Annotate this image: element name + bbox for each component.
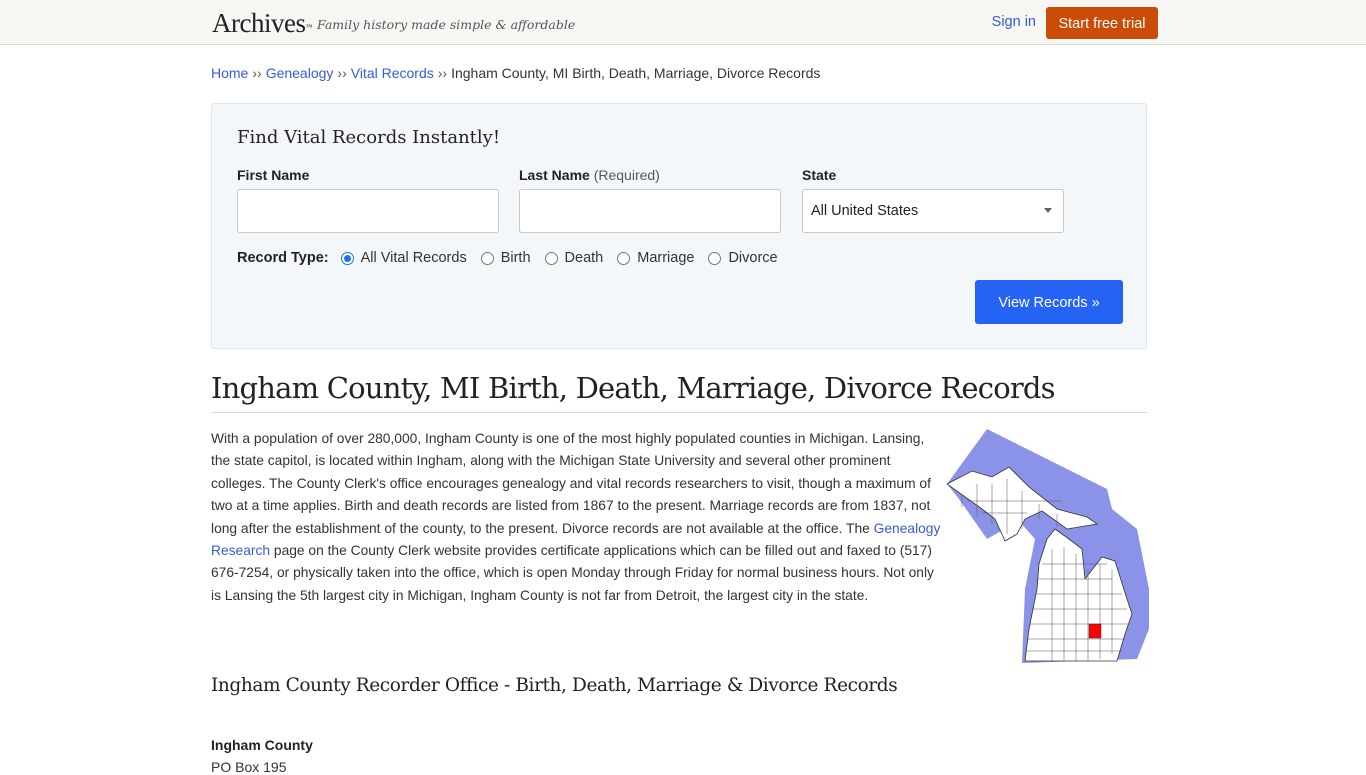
record-type-marriage[interactable]: Marriage: [617, 250, 694, 266]
radio-label: Birth: [500, 250, 531, 266]
michigan-county-map: [947, 429, 1149, 663]
recorder-office-section-title: Ingham County Recorder Office - Birth, D…: [211, 675, 898, 696]
office-address-line: PO Box 195: [211, 759, 287, 775]
county-description: With a population of over 280,000, Ingha…: [211, 428, 947, 607]
chevron-down-icon: [1044, 208, 1052, 213]
record-type-divorce[interactable]: Divorce: [708, 250, 778, 266]
start-free-trial-button[interactable]: Start free trial: [1046, 7, 1158, 39]
state-select[interactable]: All United States: [802, 189, 1064, 233]
radio-button[interactable]: [480, 251, 494, 265]
description-text: With a population of over 280,000, Ingha…: [211, 431, 931, 536]
breadcrumb-genealogy[interactable]: Genealogy: [266, 65, 334, 81]
view-records-button[interactable]: View Records »: [975, 280, 1123, 324]
search-form-title: Find Vital Records Instantly!: [237, 127, 501, 148]
radio-label: All Vital Records: [360, 250, 467, 266]
archives-logo[interactable]: Archives™: [212, 8, 312, 38]
radio-button[interactable]: [544, 251, 558, 265]
page-title: Ingham County, MI Birth, Death, Marriage…: [211, 369, 1147, 413]
trademark-mark: ™: [305, 23, 312, 31]
radio-label: Divorce: [728, 250, 778, 266]
radio-button[interactable]: [708, 251, 722, 265]
breadcrumb: Home ›› Genealogy ›› Vital Records ›› Ingham C…: [211, 65, 820, 81]
first-name-label: First Name: [237, 167, 310, 183]
breadcrumb-separator: ››: [437, 65, 448, 81]
ingham-county-highlight: [1088, 623, 1102, 639]
record-type-death[interactable]: Death: [544, 250, 604, 266]
breadcrumb-separator: ››: [252, 65, 262, 81]
vital-records-search-form: Find Vital Records Instantly! First Name…: [211, 103, 1147, 349]
radio-button[interactable]: [617, 251, 631, 265]
record-type-all[interactable]: All Vital Records: [340, 250, 467, 266]
last-name-label: Last Name (Required): [519, 167, 660, 183]
office-name: Ingham County: [211, 737, 313, 753]
breadcrumb-current: Ingham County, MI Birth, Death, Marriage…: [451, 65, 821, 81]
breadcrumb-separator: ››: [337, 65, 347, 81]
top-navigation-bar: Archives™ Family history made simple & a…: [0, 0, 1366, 45]
logo-text: Archives: [212, 8, 306, 38]
breadcrumb-vital-records[interactable]: Vital Records: [351, 65, 434, 81]
description-text: page on the County Clerk website provide…: [211, 543, 934, 603]
last-name-label-text: Last Name: [519, 167, 590, 183]
state-select-value: All United States: [811, 203, 919, 219]
radio-label: Death: [564, 250, 604, 266]
radio-button-checked[interactable]: [340, 251, 354, 265]
required-hint: (Required): [593, 167, 660, 183]
record-type-label: Record Type:: [237, 250, 329, 266]
tagline: Family history made simple & affordable: [317, 17, 576, 32]
sign-in-link[interactable]: Sign in: [992, 14, 1036, 30]
record-type-group: Record Type: All Vital Records Birth Dea…: [237, 250, 792, 266]
last-name-input[interactable]: [519, 189, 781, 233]
state-label: State: [802, 167, 837, 183]
radio-label: Marriage: [637, 250, 695, 266]
record-type-birth[interactable]: Birth: [480, 250, 531, 266]
first-name-input[interactable]: [237, 189, 499, 233]
breadcrumb-home[interactable]: Home: [211, 65, 248, 81]
